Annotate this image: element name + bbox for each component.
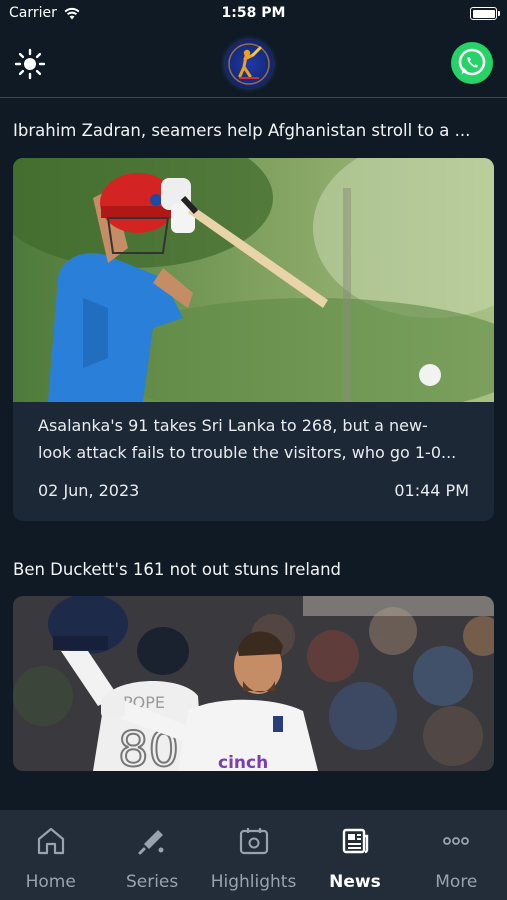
sponsor-logo-text: cinch [218, 753, 268, 771]
summary-line: Asalanka's 91 takes Sri Lanka to 268, bu… [38, 416, 428, 435]
article-title[interactable]: Ibrahim Zadran, seamers help Afghanistan… [13, 121, 493, 140]
article-image: POPE 80 cinch [13, 596, 494, 771]
afghanistan-batsman-photo [13, 158, 494, 402]
article-card[interactable]: POPE 80 cinch [13, 596, 494, 771]
article-time: 01:44 PM [394, 481, 469, 500]
tab-label: News [329, 872, 381, 892]
cricket-batsman-logo [228, 43, 270, 85]
news-feed[interactable]: Ibrahim Zadran, seamers help Afghanistan… [0, 99, 507, 809]
whatsapp-button[interactable] [451, 42, 493, 84]
status-bar: Carrier 1:58 PM [0, 0, 507, 30]
bottom-tab-bar: Home Series Highlights News More [0, 810, 507, 900]
more-dots-icon [443, 837, 470, 845]
tab-more[interactable]: More [406, 810, 507, 900]
app-header [0, 32, 507, 98]
battery-icon [470, 7, 500, 20]
tab-news[interactable]: News [304, 810, 405, 900]
tab-home[interactable]: Home [0, 810, 101, 900]
app-logo [225, 40, 273, 88]
article-meta: 02 Jun, 2023 01:44 PM [38, 481, 469, 500]
tab-label: Series [125, 872, 179, 892]
tab-label: Home [25, 872, 76, 892]
whatsapp-icon [458, 48, 486, 76]
tab-series[interactable]: Series [101, 810, 202, 900]
article-summary: Asalanka's 91 takes Sri Lanka to 268, bu… [38, 412, 469, 466]
home-icon [37, 827, 64, 855]
video-calendar-icon [239, 828, 268, 855]
england-batsman-celebration-photo: POPE 80 cinch [13, 596, 494, 771]
tab-label: Highlights [210, 872, 297, 892]
article-card[interactable]: Asalanka's 91 takes Sri Lanka to 268, bu… [13, 158, 494, 521]
article-title[interactable]: Ben Duckett's 161 not out stuns Ireland [13, 560, 493, 579]
article-image [13, 158, 494, 402]
tab-label: More [435, 872, 478, 892]
theme-toggle-button[interactable] [14, 48, 46, 80]
article-date: 02 Jun, 2023 [38, 481, 140, 500]
status-time: 1:58 PM [221, 5, 286, 21]
newspaper-icon [342, 828, 369, 854]
sun-icon [14, 48, 46, 80]
cricket-bat-icon [138, 830, 164, 855]
summary-line: look attack fails to trouble the visitor… [38, 443, 457, 462]
card-body: Asalanka's 91 takes Sri Lanka to 268, bu… [38, 412, 469, 500]
tab-highlights[interactable]: Highlights [203, 810, 304, 900]
